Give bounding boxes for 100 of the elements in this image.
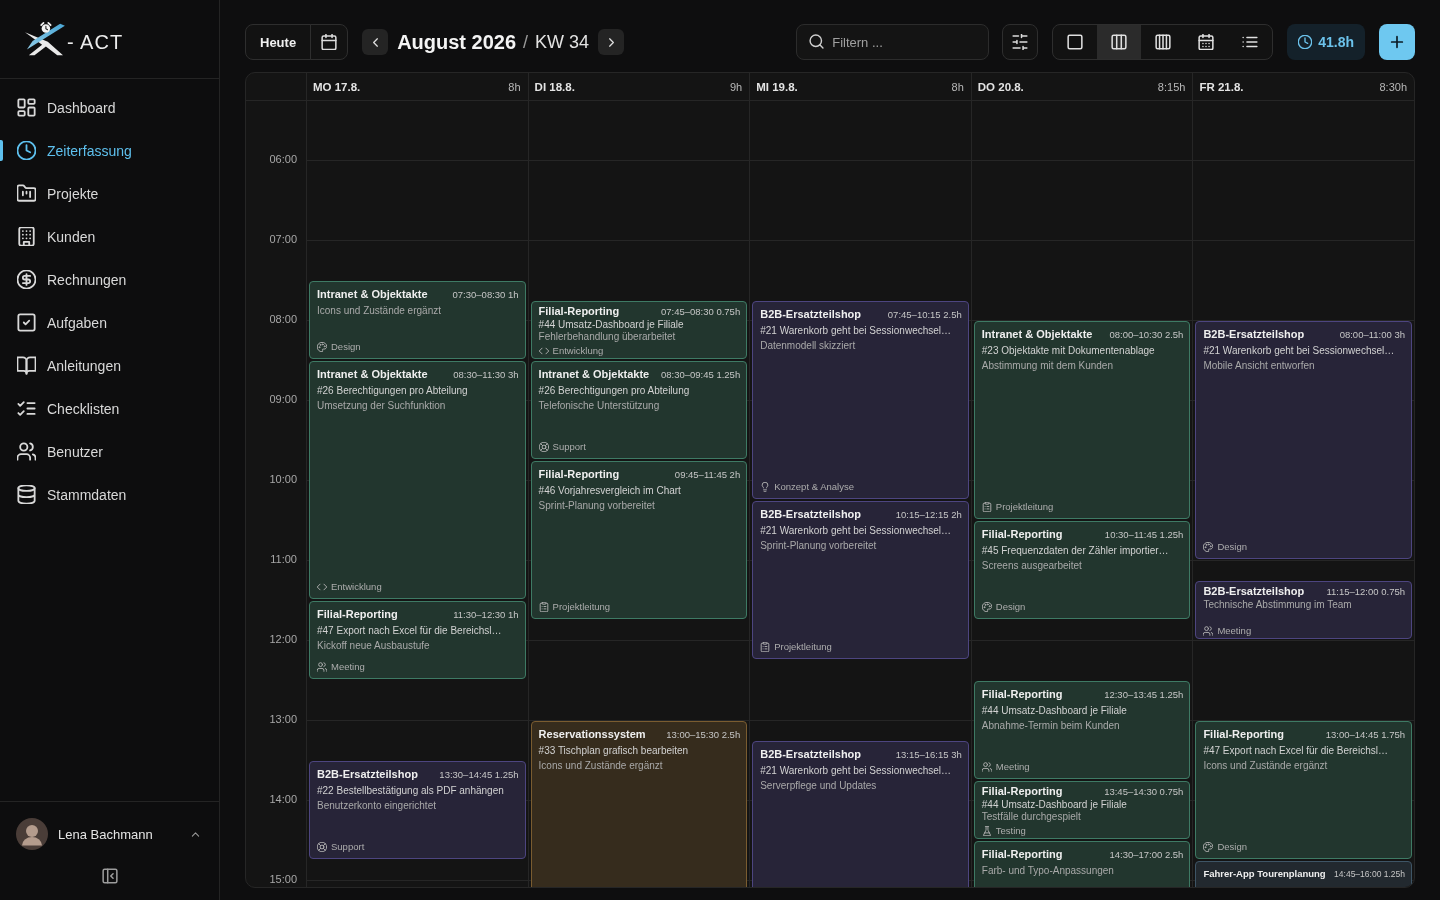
event-note: Datenmodell skizziert (760, 339, 857, 353)
event-time: 10:15–12:15 2h (895, 509, 962, 520)
event-note: Sprint-Planung vorbereitet (538, 499, 656, 513)
day-hours: 9h (729, 80, 743, 93)
event-card[interactable]: B2B-Ersatzteilshop 11:15–12:00 0.75h Technische Abstimmung im Team Meeting (1195, 581, 1412, 639)
users-icon (981, 762, 992, 772)
tag-label: Meeting (995, 761, 1030, 773)
total-hours: 41.8h (1318, 34, 1354, 50)
nav-item[interactable]: Kunden (0, 215, 219, 258)
event-card[interactable]: Filial-Reporting 13:00–14:45 1.75h #47 Export nach Excel für die Bereichsl… Icons und Zustände ergänzt Design (1195, 721, 1412, 859)
event-card[interactable]: Intranet & Objektakte 07:30–08:30 1h Icons und Zustände ergänzt Design (309, 281, 526, 359)
three-columns-icon (1110, 34, 1127, 50)
time-label: 08:00 (269, 313, 297, 326)
event-card[interactable]: B2B-Ersatzteilshop 13:30–14:45 1.25h #22 Bestellbestätigung als PDF anhängen Benutzerkonto eingerichtet Support (309, 761, 526, 859)
event-title: Filial-Reporting (981, 527, 1063, 541)
event-ticket: #26 Berechtigungen pro Abteilung (538, 384, 691, 398)
time-label: 06:00 (269, 153, 297, 166)
event-time: 14:45–16:00 1.25h (1334, 869, 1405, 879)
nav-item[interactable]: Rechnungen (0, 258, 219, 301)
nav-item[interactable]: Stammdaten (0, 473, 219, 516)
tag-label: Design (331, 341, 361, 353)
event-note: Telefonische Unterstützung (538, 399, 661, 413)
event-note: Umsetzung der Suchfunktion (317, 399, 447, 413)
dollar-coin-icon (17, 270, 36, 289)
add-entry-button[interactable] (1379, 24, 1415, 60)
event-time: 08:30–09:45 1.25h (660, 369, 741, 380)
today-button[interactable]: Heute (245, 24, 312, 60)
event-time: 11:15–12:00 0.75h (1326, 586, 1405, 597)
palette-icon (1203, 842, 1214, 852)
previous-week-button[interactable] (362, 29, 389, 55)
event-time: 13:15–16:15 3h (895, 749, 962, 760)
event-card[interactable]: Filial-Reporting 13:45–14:30 0.75h #44 Umsatz-Dashboard je Filiale Testfälle durchgespielt Testing (973, 781, 1191, 839)
nav-item[interactable]: Dashboard (0, 86, 219, 129)
four-columns-icon (1154, 34, 1171, 50)
filter-button[interactable] (1002, 24, 1039, 60)
event-card[interactable]: Intranet & Objektakte 08:30–11:30 3h #26 Berechtigungen pro Abteilung Umsetzung der Suchfunktion Entwicklung (309, 361, 526, 599)
view-button[interactable] (1097, 25, 1141, 59)
database-icon (17, 485, 36, 504)
event-ticket: #21 Warenkorb geht bei Sessionwechsel… (760, 524, 953, 538)
event-note: Testfälle durchgespielt (981, 811, 1082, 823)
nav-item[interactable]: Aufgaben (0, 301, 219, 344)
nav-item[interactable]: Checklisten (0, 387, 219, 430)
checklist-icon (17, 399, 36, 418)
event-card[interactable]: B2B-Ersatzteilshop 13:15–16:15 3h #21 Warenkorb geht bei Sessionwechsel… Serverpflege und Updates (752, 741, 969, 887)
tag-label: Design (995, 601, 1026, 613)
code-icon (317, 582, 327, 592)
event-card[interactable]: Filial-Reporting 07:45–08:30 0.75h #44 Umsatz-Dashboard je Filiale Fehlerbehandlung überarbeitet Entwicklung (530, 301, 748, 359)
event-time: 08:00–10:30 2.5h (1109, 329, 1184, 340)
code-icon (538, 345, 549, 356)
event-card[interactable]: Reservationssystem 13:00–15:30 2.5h #33 Tischplan grafisch bearbeiten Icons und Zustände ergänzt (530, 721, 748, 887)
time-label: 11:00 (270, 553, 297, 566)
event-card[interactable]: B2B-Ersatzteilshop 08:00–11:00 3h #21 Warenkorb geht bei Sessionwechsel… Mobile Ansicht entworfen Design (1195, 321, 1412, 559)
event-title: B2B-Ersatzteilshop (760, 307, 862, 321)
event-time: 07:45–10:15 2.5h (887, 309, 962, 320)
grid-icon (17, 98, 36, 117)
date-picker-button[interactable] (310, 24, 349, 60)
plus-icon (1389, 34, 1405, 50)
flask-icon (981, 825, 992, 836)
event-title: Filial-Reporting (981, 847, 1063, 861)
event-ticket: #44 Umsatz-Dashboard je Filiale (981, 799, 1128, 811)
user-menu-button[interactable]: Lena Bachmann (0, 809, 219, 859)
event-card[interactable]: Filial-Reporting 10:30–11:45 1.25h #45 Frequenzdaten der Zähler importier… Screens ausgearbeitet Design (973, 521, 1191, 619)
event-card[interactable]: B2B-Ersatzteilshop 10:15–12:15 2h #21 Warenkorb geht bei Sessionwechsel… Sprint-Planung vorbereitet Projektleitung (752, 501, 969, 659)
search-field[interactable]: Filtern ... (796, 24, 990, 60)
event-card[interactable]: Fahrer-App Tourenplanung 14:45–16:00 1.25h (1195, 861, 1412, 887)
event-card[interactable]: B2B-Ersatzteilshop 07:45–10:15 2.5h #21 Warenkorb geht bei Sessionwechsel… Datenmodell skizziert Konzept & Analyse (752, 301, 969, 499)
day-hours: 8h (951, 80, 964, 93)
event-card[interactable]: Filial-Reporting 09:45–11:45 2h #46 Vorjahresvergleich im Chart Sprint-Planung vorbereitet Projektleitung (530, 461, 748, 619)
event-time: 14:30–17:00 2.5h (1109, 849, 1184, 860)
nav-item[interactable]: Anleitungen (0, 344, 219, 387)
day-label: MO 17.8. (313, 80, 361, 93)
event-card[interactable]: Filial-Reporting 11:30–12:30 1h #47 Export nach Excel für die Bereichsl… Kickoff neue Ausbaustufe Meeting (309, 601, 526, 679)
event-title: Filial-Reporting (981, 687, 1063, 701)
tag-label: Projektleitung (995, 501, 1054, 513)
tag-label: Design (1217, 541, 1247, 553)
building-icon (17, 227, 36, 246)
event-card[interactable]: Intranet & Objektakte 08:00–10:30 2.5h #23 Objektakte mit Dokumentenablage Abstimmung mit dem Kunden Projektleitung (973, 321, 1191, 519)
event-time: 08:30–11:30 3h (453, 369, 519, 380)
nav-item[interactable]: Benutzer (0, 430, 219, 473)
tag-label: Projektleitung (552, 601, 611, 613)
time-label: 15:00 (269, 873, 297, 886)
event-title: B2B-Ersatzteilshop (317, 767, 418, 781)
users-icon (317, 662, 327, 672)
sidebar-panel-icon (101, 868, 118, 884)
nav-item[interactable]: Projekte (0, 172, 219, 215)
event-card[interactable]: Filial-Reporting 12:30–13:45 1.25h #44 Umsatz-Dashboard je Filiale Abnahme-Termin beim Kunden Meeting (973, 681, 1191, 779)
next-week-button[interactable] (598, 29, 625, 55)
event-card[interactable]: Filial-Reporting 14:30–17:00 2.5h Farb- und Typo-Anpassungen (973, 841, 1191, 887)
lifebuoy-icon (538, 442, 549, 452)
day-hours: 8:30h (1379, 80, 1407, 93)
event-card[interactable]: Intranet & Objektakte 08:30–09:45 1.25h #26 Berechtigungen pro Abteilung Telefonische Unterstützung Support (530, 361, 748, 459)
folder-icon (17, 184, 36, 203)
checkbox-icon (17, 313, 36, 332)
event-ticket: #44 Umsatz-Dashboard je Filiale (981, 704, 1128, 718)
clipboard-icon (981, 502, 992, 512)
event-time: 11:30–12:30 1h (453, 609, 519, 620)
event-note: Mobile Ansicht entworfen (1203, 359, 1316, 373)
palette-icon (981, 602, 992, 612)
event-time: 13:30–14:45 1.25h (439, 769, 519, 780)
nav-item[interactable]: Zeiterfassung (0, 129, 219, 172)
